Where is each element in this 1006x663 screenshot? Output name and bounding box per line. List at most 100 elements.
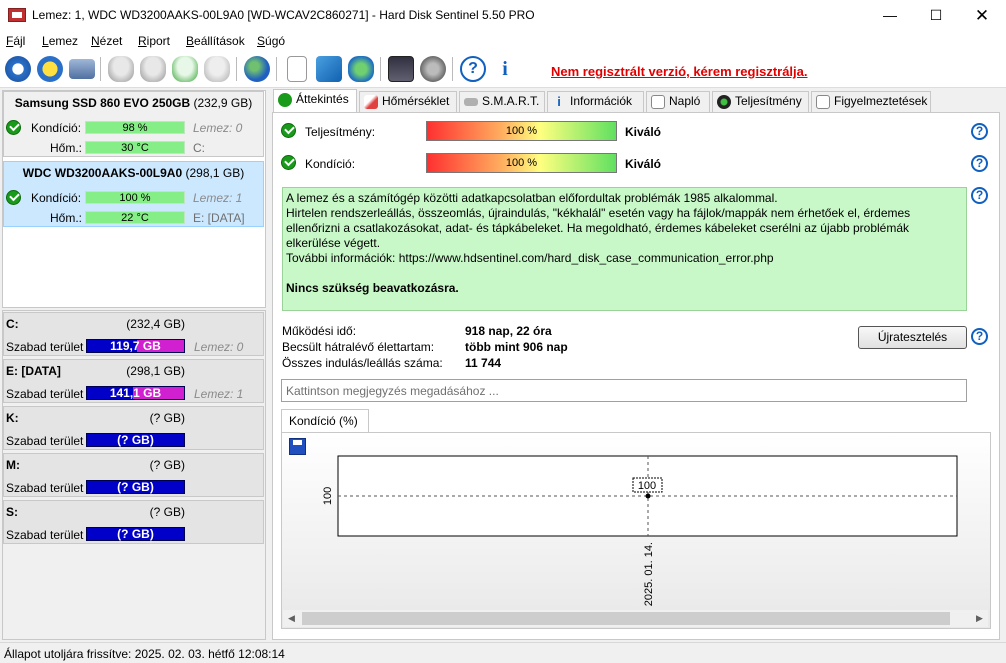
volume-item-s[interactable]: S: (? GB) Szabad terület (? GB) bbox=[3, 500, 264, 544]
maximize-button[interactable]: ☐ bbox=[913, 0, 959, 31]
note-input[interactable]: Kattintson megjegyzés megadásához ... bbox=[281, 379, 967, 402]
refresh-icon[interactable] bbox=[5, 56, 31, 82]
volume-item-k[interactable]: K: (? GB) Szabad terület (? GB) bbox=[3, 406, 264, 450]
globe-icon[interactable] bbox=[244, 56, 270, 82]
tab-information[interactable]: i Információk bbox=[547, 91, 644, 112]
volume-size: (? GB) bbox=[149, 505, 185, 519]
network-icon[interactable] bbox=[348, 56, 374, 82]
window-title: Lemez: 1, WDC WD3200AAKS-00L9A0 [WD-WCAV… bbox=[32, 8, 535, 22]
free-space-bar: (? GB) bbox=[86, 433, 185, 447]
sync-icon[interactable] bbox=[316, 56, 342, 82]
menu-settings[interactable]: Beállítások bbox=[186, 34, 245, 48]
disk-number: Lemez: 1 bbox=[194, 387, 244, 401]
title-bar: Lemez: 1, WDC WD3200AAKS-00L9A0 [WD-WCAV… bbox=[0, 0, 1006, 31]
report-icon[interactable] bbox=[287, 56, 307, 82]
condition-bar: 100 % bbox=[426, 153, 617, 173]
help-icon[interactable]: ? bbox=[971, 123, 988, 140]
performance-label: Teljesítmény: bbox=[305, 125, 376, 139]
disk-search-icon[interactable] bbox=[204, 56, 230, 82]
condition-chart: 100 100 2025. 01. 14. bbox=[322, 455, 958, 606]
data-point bbox=[645, 493, 651, 499]
tab-alerts[interactable]: Figyelmeztetések bbox=[811, 91, 931, 112]
ok-icon bbox=[6, 120, 21, 135]
chart-scrollbar[interactable]: ◀ ▶ bbox=[283, 610, 988, 627]
condition-label: Kondíció: bbox=[305, 157, 356, 171]
free-space-label: Szabad terület bbox=[6, 434, 84, 448]
disk-number: Lemez: 0 bbox=[194, 340, 244, 354]
tab-smart[interactable]: S.M.A.R.T. bbox=[459, 91, 545, 112]
menu-view[interactable]: Nézet bbox=[91, 34, 122, 48]
tab-performance[interactable]: Teljesítmény bbox=[712, 91, 809, 112]
condition-bar: 98 % bbox=[85, 121, 185, 134]
condition-label: Kondíció: bbox=[31, 191, 82, 205]
disk-icon[interactable] bbox=[69, 59, 95, 79]
lifetime-label: Becsült hátralévő élettartam: bbox=[282, 340, 435, 354]
help-icon[interactable]: ? bbox=[971, 155, 988, 172]
monitor-icon[interactable] bbox=[388, 56, 414, 82]
uptime-value: 918 nap, 22 óra bbox=[465, 324, 552, 338]
close-button[interactable]: ✕ bbox=[959, 0, 1005, 31]
alert-document-icon bbox=[816, 95, 830, 109]
volume-size: (? GB) bbox=[149, 458, 185, 472]
ok-icon bbox=[278, 93, 292, 107]
tab-overview[interactable]: Áttekintés bbox=[273, 89, 357, 113]
tab-log[interactable]: Napló bbox=[646, 91, 710, 112]
disk-ok-icon[interactable] bbox=[172, 56, 198, 82]
free-space-bar: (? GB) bbox=[86, 527, 185, 541]
ok-icon bbox=[281, 123, 296, 138]
volume-name: S: bbox=[6, 505, 18, 519]
free-space-bar: 141,1 GB bbox=[86, 386, 185, 400]
disk-number: Lemez: 1 bbox=[193, 191, 243, 205]
help-icon[interactable]: ? bbox=[460, 56, 486, 82]
uptime-label: Működési idő: bbox=[282, 324, 357, 338]
help-icon[interactable]: ? bbox=[971, 328, 988, 345]
free-space-bar: 119,7 GB bbox=[86, 339, 185, 353]
scroll-thumb[interactable] bbox=[302, 612, 950, 625]
document-icon bbox=[651, 95, 665, 109]
alert-refresh-icon[interactable] bbox=[37, 56, 63, 82]
disk-test-icon[interactable] bbox=[108, 56, 134, 82]
chart-tab-condition[interactable]: Kondíció (%) bbox=[281, 409, 369, 433]
disk-name: WDC WD3200AAKS-00L9A0 bbox=[22, 166, 183, 180]
menu-disk[interactable]: Lemez bbox=[42, 34, 78, 48]
lifetime-value: több mint 906 nap bbox=[465, 340, 568, 354]
disk-benchmark-icon[interactable] bbox=[140, 56, 166, 82]
menu-file[interactable]: Fájl bbox=[6, 34, 25, 48]
help-icon[interactable]: ? bbox=[971, 187, 988, 204]
startstop-value: 11 744 bbox=[465, 356, 502, 370]
register-link[interactable]: Nem regisztrált verzió, kérem regisztrál… bbox=[551, 64, 808, 79]
status-bar: Állapot utoljára frissítve: 2025. 02. 03… bbox=[0, 642, 1006, 663]
volume-name: K: bbox=[6, 411, 19, 425]
speaker-icon[interactable] bbox=[420, 56, 446, 82]
scroll-left-icon[interactable]: ◀ bbox=[283, 610, 300, 627]
disk-item-1[interactable]: WDC WD3200AAKS-00L9A0 (298,1 GB) Kondíci… bbox=[3, 161, 264, 227]
minimize-button[interactable]: — bbox=[867, 0, 913, 31]
volume-item-m[interactable]: M: (? GB) Szabad terület (? GB) bbox=[3, 453, 264, 497]
info-icon[interactable]: i bbox=[492, 56, 518, 82]
free-space-label: Szabad terület bbox=[6, 387, 84, 401]
volume-name: C: bbox=[6, 317, 19, 331]
thermometer-icon bbox=[364, 95, 378, 109]
temp-label: Hőm.: bbox=[50, 141, 83, 155]
drive-letters: C: bbox=[193, 141, 205, 155]
disk-icon bbox=[464, 98, 478, 106]
menu-report[interactable]: Riport bbox=[138, 34, 170, 48]
temp-bar: 30 °C bbox=[85, 141, 185, 154]
message-link[interactable]: További információk: https://www.hdsenti… bbox=[286, 251, 963, 266]
disk-size: (232,9 GB) bbox=[193, 96, 253, 110]
menu-help[interactable]: Súgó bbox=[257, 34, 285, 48]
volume-item-c[interactable]: C: (232,4 GB) Szabad terület 119,7 GB Le… bbox=[3, 312, 264, 356]
temp-label: Hőm.: bbox=[50, 211, 83, 225]
retest-button[interactable]: Újratesztelés bbox=[858, 326, 967, 349]
free-space-label: Szabad terület bbox=[6, 340, 84, 354]
volume-item-e[interactable]: E: [DATA] (298,1 GB) Szabad terület 141,… bbox=[3, 359, 264, 403]
condition-bar: 100 % bbox=[85, 191, 185, 204]
condition-rating: Kiváló bbox=[625, 157, 662, 171]
tab-temperature[interactable]: Hőmérséklet bbox=[359, 91, 457, 112]
disk-size: (298,1 GB) bbox=[185, 166, 245, 180]
disk-number: Lemez: 0 bbox=[193, 121, 243, 135]
disk-item-0[interactable]: Samsung SSD 860 EVO 250GB (232,9 GB) Kon… bbox=[3, 91, 264, 157]
message-conclusion: Nincs szükség beavatkozásra. bbox=[286, 281, 459, 295]
y-tick-label: 100 bbox=[322, 487, 334, 505]
scroll-right-icon[interactable]: ▶ bbox=[971, 610, 988, 627]
